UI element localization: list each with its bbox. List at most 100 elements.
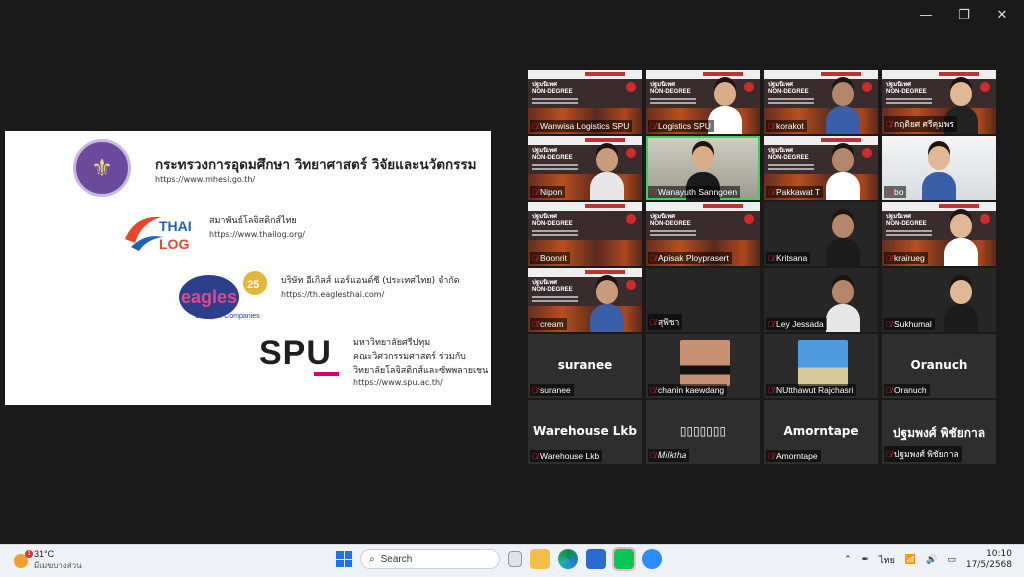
poster-title: ปฐมนิเทศ NON-DEGREE — [532, 82, 573, 95]
participant-name-tag: 🎙̸ NUtthawut Rajchasri — [766, 384, 857, 396]
participant-name-tag: 🎙̸ Wanwisa Logistics SPU — [530, 120, 633, 132]
participant-tile[interactable]: ปฐมนิเทศ NON-DEGREE 🎙̸ Boonrit — [528, 202, 642, 266]
participant-tile[interactable]: ปฐมนิเทศ NON-DEGREE 🎙̸ Wanwisa Logistics SP… — [528, 70, 642, 134]
battery-icon[interactable]: ▭ — [947, 555, 956, 565]
participant-tile[interactable]: ▯▯▯▯▯▯▯ 🎙̸ 𝑀𝑖𝑙𝑘𝑡ℎ𝑎 — [646, 400, 760, 464]
muted-mic-icon: 🎙̸ — [532, 319, 538, 329]
participant-tile[interactable]: ปฐมพงศ์ พิชัยกาล 🎙̸ ปฐมพงศ์ พิชัยกาล — [882, 400, 996, 464]
thailog-name: สมาพันธ์โลจิสติกส์ไทย — [209, 216, 297, 226]
poster-title: ปฐมนิเทศ NON-DEGREE — [768, 82, 809, 95]
participant-tile[interactable]: ปฐมนิเทศ NON-DEGREE 🎙̸ krairueg — [882, 202, 996, 266]
eagles-logo-word: eagles — [181, 287, 237, 307]
participant-name: Logistics SPU — [658, 121, 711, 131]
participant-tile[interactable]: ปฐมนิเทศ NON-DEGREE 🎙̸ กฤติยศ ศรีคุมพร — [882, 70, 996, 134]
participant-display-name: suranee — [557, 358, 613, 372]
participant-name: Warehouse Lkb — [540, 451, 600, 461]
line-app-icon[interactable] — [612, 547, 636, 571]
muted-mic-icon: 🎙̸ — [532, 121, 538, 131]
participant-tile[interactable]: 🎙̸ bo — [882, 136, 996, 200]
taskbar-search[interactable]: ⌕ Search — [360, 549, 500, 569]
participant-name-tag: 🎙̸ suranee — [530, 384, 574, 396]
participant-name-tag: 🎙̸ กฤติยศ ศรีคุมพร — [884, 116, 957, 132]
participant-tile[interactable]: ปฐมนิเทศ NON-DEGREE 🎙̸ Nipon — [528, 136, 642, 200]
participant-display-name: Oranuch — [910, 358, 968, 372]
start-button-icon[interactable] — [336, 551, 352, 567]
participant-tile[interactable]: 🎙̸ สุพิชา — [646, 268, 760, 332]
participant-name-tag: 🎙̸ Warehouse Lkb — [530, 450, 603, 462]
participant-name-tag: 🎙̸ Oranuch — [884, 384, 930, 396]
close-button[interactable]: ✕ — [994, 8, 1010, 23]
clock-date: 17/5/2568 — [965, 560, 1012, 570]
participant-name: Kritsana — [776, 253, 808, 263]
volume-icon[interactable]: 🔊 — [926, 555, 937, 565]
wifi-icon[interactable]: 📶 — [905, 555, 916, 565]
weather-description: มีเมฆบางส่วน — [34, 561, 82, 570]
poster-badge — [980, 82, 990, 92]
edge-browser-icon[interactable] — [558, 549, 578, 569]
muted-mic-icon: 🎙̸ — [768, 121, 774, 131]
poster-header — [646, 202, 760, 211]
participant-display-name: ปฐมพงศ์ พิชัยกาล — [892, 426, 986, 440]
participant-name-tag: 🎙̸ Boonrit — [530, 252, 570, 264]
participant-tile[interactable]: 🎙̸ Ley Jessada — [764, 268, 878, 332]
taskbar: 1 31°C มีเมฆบางส่วน ⌕ Search ⌃ ✒ ไทย 📶 🔊… — [0, 544, 1024, 577]
participant-name-tag: 🎙̸ Ley Jessada — [766, 318, 827, 330]
poster-header — [882, 70, 996, 79]
participant-name-tag: 🎙̸ Kritsana — [766, 252, 811, 264]
participant-tile[interactable]: 🎙̸ Sukhumal — [882, 268, 996, 332]
thailog-url: https://www.thailog.org/ — [209, 230, 305, 239]
poster-title: ปฐมนิเทศ NON-DEGREE — [532, 214, 573, 227]
minimize-button[interactable]: — — [918, 8, 934, 23]
muted-mic-icon: 🎙̸ — [768, 319, 774, 329]
participant-tile[interactable]: ปฐมนิเทศ NON-DEGREE 🎙̸ Pakkawat T — [764, 136, 878, 200]
participant-tile[interactable]: ปฐมนิเทศ NON-DEGREE 🎙̸ korakot — [764, 70, 878, 134]
pen-icon[interactable]: ✒ — [862, 555, 870, 565]
store-icon[interactable] — [586, 549, 606, 569]
language-indicator[interactable]: ไทย — [879, 553, 895, 567]
participant-tile[interactable]: Oranuch 🎙̸ Oranuch — [882, 334, 996, 398]
muted-mic-icon: 🎙̸ — [886, 319, 892, 329]
zoom-app-icon[interactable] — [642, 549, 662, 569]
clock[interactable]: 10:10 17/5/2568 — [966, 549, 1012, 571]
participant-name-tag: 🎙̸ 𝑀𝑖𝑙𝑘𝑡ℎ𝑎 — [648, 449, 690, 462]
participant-name: กฤติยศ ศรีคุมพร — [894, 119, 954, 129]
poster-badge — [980, 214, 990, 224]
eagles-logo-sub: Group of Companies — [195, 313, 260, 320]
file-explorer-icon[interactable] — [530, 549, 550, 569]
participant-tile[interactable]: Amorntape 🎙̸ Amorntape — [764, 400, 878, 464]
system-tray: ⌃ ✒ ไทย 📶 🔊 ▭ 10:10 17/5/2568 — [844, 549, 1012, 571]
spu-url: https://www.spu.ac.th/ — [353, 378, 443, 387]
participant-name: Oranuch — [894, 385, 927, 395]
participant-tile[interactable]: ปฐมนิเทศ NON-DEGREE 🎙̸ Logistics SPU — [646, 70, 760, 134]
poster-title: ปฐมนิเทศ NON-DEGREE — [650, 214, 691, 227]
restore-button[interactable]: ❐ — [956, 8, 972, 23]
participant-tile[interactable]: 🎙̸ NUtthawut Rajchasri — [764, 334, 878, 398]
temperature: 31°C — [34, 549, 55, 559]
participant-tile[interactable]: Warehouse Lkb 🎙̸ Warehouse Lkb — [528, 400, 642, 464]
participant-tile[interactable]: ปฐมนิเทศ NON-DEGREE 🎙̸ Apisak Ployprasert — [646, 202, 760, 266]
participant-photo — [798, 340, 848, 386]
poster-badge — [862, 148, 872, 158]
participant-tile[interactable]: suranee 🎙̸ suranee — [528, 334, 642, 398]
poster-header — [882, 202, 996, 211]
muted-mic-icon: 🎙̸ — [886, 119, 892, 129]
muted-mic-icon: 🎙̸ — [532, 385, 538, 395]
participant-tile[interactable]: 🎙̸ chanin kaewdang — [646, 334, 760, 398]
chevron-up-icon[interactable]: ⌃ — [844, 555, 852, 565]
participant-name: Amorntape — [776, 451, 818, 461]
muted-mic-icon: 🎙̸ — [532, 451, 538, 461]
muted-mic-icon: 🎙̸ — [886, 187, 892, 197]
participant-tile[interactable]: ปฐมนิเทศ NON-DEGREE 🎙̸ cream — [528, 268, 642, 332]
participant-name-tag: 🎙̸ cream — [530, 318, 567, 330]
task-view-icon[interactable] — [508, 551, 522, 567]
eagles-name: บริษัท อีเกิลส์ แอร์แอนด์ซี (ประเทศไทย) … — [281, 276, 460, 286]
participant-tile[interactable]: 🎙̸ Wanayuth Sanngoen — [646, 136, 760, 200]
participant-name: Boonrit — [540, 253, 567, 263]
poster-header — [528, 70, 642, 79]
participant-name-tag: 🎙̸ krairueg — [884, 252, 928, 264]
participant-tile[interactable]: 🎙̸ Kritsana — [764, 202, 878, 266]
weather-widget[interactable]: 1 31°C มีเมฆบางส่วน — [14, 549, 82, 572]
participant-display-name: Warehouse Lkb — [533, 424, 637, 438]
eagles-url: https://th.eaglesthai.com/ — [281, 290, 385, 299]
poster-badge — [744, 82, 754, 92]
